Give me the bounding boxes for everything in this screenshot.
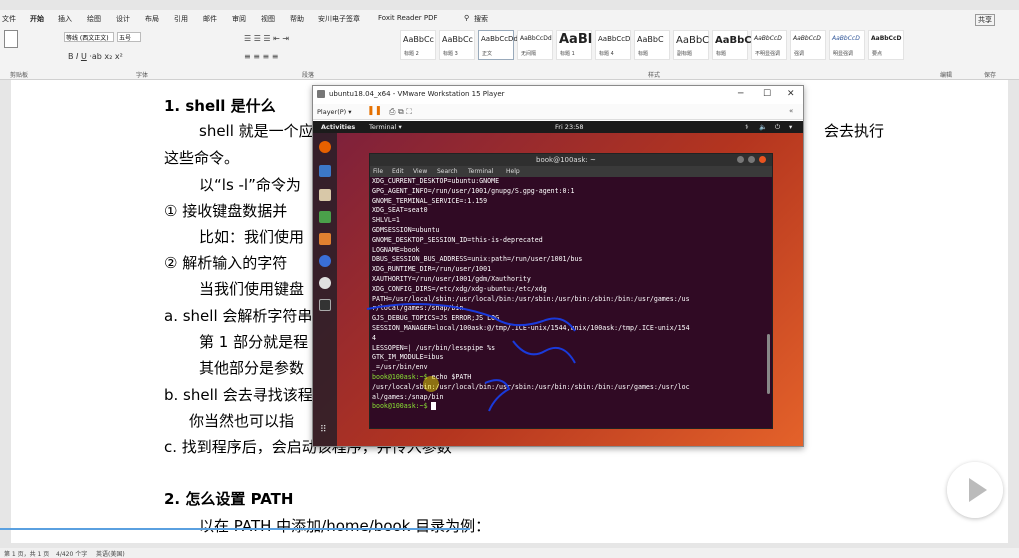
style-item[interactable]: AaBbC 副标题 bbox=[673, 30, 709, 60]
align-icons[interactable]: ≡ ≡ ≡ ≡ bbox=[244, 52, 278, 61]
pen-annotation-overlay bbox=[366, 303, 576, 412]
bold-italic-underline-icons[interactable]: B I U ·ab x₂ x² bbox=[68, 52, 123, 61]
menu-insert[interactable]: 插入 bbox=[58, 14, 72, 24]
style-item[interactable]: AaBbC 标题 bbox=[712, 30, 752, 60]
menu-foxit[interactable]: Foxit Reader PDF bbox=[378, 14, 438, 22]
style-item[interactable]: AaBbCcD 强调 bbox=[790, 30, 826, 60]
group-paragraph: 段落 bbox=[302, 72, 315, 79]
share-button[interactable]: 共享 bbox=[975, 14, 995, 26]
group-clipboard: 剪贴板 bbox=[10, 72, 29, 79]
maximize-icon[interactable]: ☐ bbox=[763, 89, 771, 99]
word-statusbar: 第 1 页，共 1 页 4/420 个字 英语(美国) bbox=[0, 548, 1019, 558]
style-item[interactable]: AaBbCcD 明显强调 bbox=[829, 30, 865, 60]
menu-design[interactable]: 设计 bbox=[116, 14, 130, 24]
style-item[interactable]: AaBbCcD 要点 bbox=[868, 30, 904, 60]
player-menu-button[interactable]: Player(P) ▾ bbox=[317, 108, 352, 116]
menu-draw[interactable]: 绘图 bbox=[87, 14, 101, 24]
menu-mailings[interactable]: 邮件 bbox=[203, 14, 217, 24]
font-size-select[interactable]: 五号 bbox=[117, 32, 141, 42]
style-item[interactable]: AaBl 标题 1 bbox=[556, 30, 592, 60]
vm-title: ubuntu18.04_x64 - VMware Workstation 15 … bbox=[329, 90, 505, 98]
group-styles: 样式 bbox=[648, 72, 661, 79]
doc-text: 会去执行 bbox=[824, 122, 885, 140]
menu-view[interactable]: 视图 bbox=[261, 14, 275, 24]
list-icons[interactable]: ☰ ☰ ☰ ⇤ ⇥ bbox=[244, 34, 289, 43]
heading-path: 2. 怎么设置 PATH bbox=[164, 490, 294, 508]
style-item[interactable]: AaBbCcDd 正文 bbox=[478, 30, 518, 60]
vm-toolbar: Player(P) ▾ ❚❚ ⎙ ⧉ ⛶ « bbox=[313, 104, 803, 120]
menu-home[interactable]: 开始 bbox=[30, 14, 44, 24]
doc-text: ① 接收键盘数据并 bbox=[164, 202, 288, 220]
vm-tool-icons[interactable]: ⎙ ⧉ ⛶ bbox=[389, 107, 412, 117]
doc-text: 这些命令。 bbox=[164, 149, 240, 167]
menu-help[interactable]: 帮助 bbox=[290, 14, 304, 24]
font-name-select[interactable]: 等线 (西文正文) bbox=[64, 32, 114, 42]
menu-esign[interactable]: 安川电子签章 bbox=[318, 14, 360, 24]
style-item[interactable]: AaBbCcD 标题 4 bbox=[595, 30, 631, 60]
video-play-button[interactable] bbox=[947, 462, 1003, 518]
heading-shell: 1. shell 是什么 bbox=[164, 97, 276, 115]
doc-text: 当我们使用键盘 bbox=[199, 280, 305, 298]
word-ribbon: 等线 (西文正文) 五号 B I U ·ab x₂ x² ☰ ☰ ☰ ⇤ ⇥ ≡… bbox=[0, 26, 1019, 80]
vmware-window[interactable]: ubuntu18.04_x64 - VMware Workstation 15 … bbox=[312, 85, 804, 447]
video-progress-bar[interactable] bbox=[0, 528, 470, 530]
vm-titlebar: ubuntu18.04_x64 - VMware Workstation 15 … bbox=[313, 86, 803, 104]
style-item[interactable]: AaBbCc 标题 3 bbox=[439, 30, 475, 60]
word-menubar: 文件 开始 插入 绘图 设计 布局 引用 邮件 审阅 视图 帮助 安川电子签章 … bbox=[0, 10, 1019, 26]
play-icon bbox=[969, 478, 987, 502]
group-editing: 编辑 bbox=[940, 72, 953, 79]
menu-review[interactable]: 审阅 bbox=[232, 14, 246, 24]
doc-text: 第 1 部分就是程 bbox=[199, 333, 309, 351]
minimize-icon[interactable]: ─ bbox=[738, 89, 743, 99]
pause-icon[interactable]: ❚❚ bbox=[367, 106, 382, 116]
page-count: 第 1 页，共 1 页 bbox=[4, 551, 50, 558]
doc-text: 其他部分是参数 bbox=[199, 359, 305, 377]
ubuntu-desktop: Activities Terminal ▾ Fri 23:58 ⚕ 🔈 ⏻ ▾ … bbox=[313, 121, 803, 446]
style-item[interactable]: AaBbCcD 不明显强调 bbox=[751, 30, 787, 60]
doc-text: shell 就是一个应 bbox=[199, 122, 314, 140]
menu-layout[interactable]: 布局 bbox=[145, 14, 159, 24]
doc-text: ② 解析输入的字符 bbox=[164, 254, 288, 272]
search-icon[interactable]: ⚲ bbox=[464, 14, 469, 22]
close-icon[interactable]: ✕ bbox=[787, 89, 795, 99]
style-item[interactable]: AaBbCc 标题 2 bbox=[400, 30, 436, 60]
group-save: 保存 bbox=[984, 72, 997, 79]
style-item[interactable]: AaBbCcDd 无间隔 bbox=[517, 30, 553, 60]
menu-file[interactable]: 文件 bbox=[2, 14, 16, 24]
paste-icon[interactable] bbox=[4, 30, 18, 48]
doc-text: 你当然也可以指 bbox=[189, 412, 295, 430]
style-item[interactable]: AaBbC 标题 bbox=[634, 30, 670, 60]
doc-text: a. shell 会解析字符串 bbox=[164, 307, 313, 325]
language-indicator[interactable]: 英语(美国) bbox=[96, 549, 125, 558]
word-count: 4/420 个字 bbox=[56, 551, 88, 558]
doc-text: 比如：我们使用 bbox=[199, 228, 305, 246]
vmware-logo-icon bbox=[317, 90, 325, 98]
menu-search[interactable]: 搜索 bbox=[474, 14, 488, 24]
collapse-icon[interactable]: « bbox=[789, 107, 793, 115]
doc-text: 以“ls -l”命令为 bbox=[199, 176, 301, 194]
doc-text: b. shell 会去寻找该程 bbox=[164, 386, 313, 404]
screen: 文件 开始 插入 绘图 设计 布局 引用 邮件 审阅 视图 帮助 安川电子签章 … bbox=[0, 0, 1019, 558]
doc-text: 以在 PATH 中添加/home/book 目录为例： bbox=[199, 517, 491, 535]
menu-references[interactable]: 引用 bbox=[174, 14, 188, 24]
group-font: 字体 bbox=[136, 72, 149, 79]
